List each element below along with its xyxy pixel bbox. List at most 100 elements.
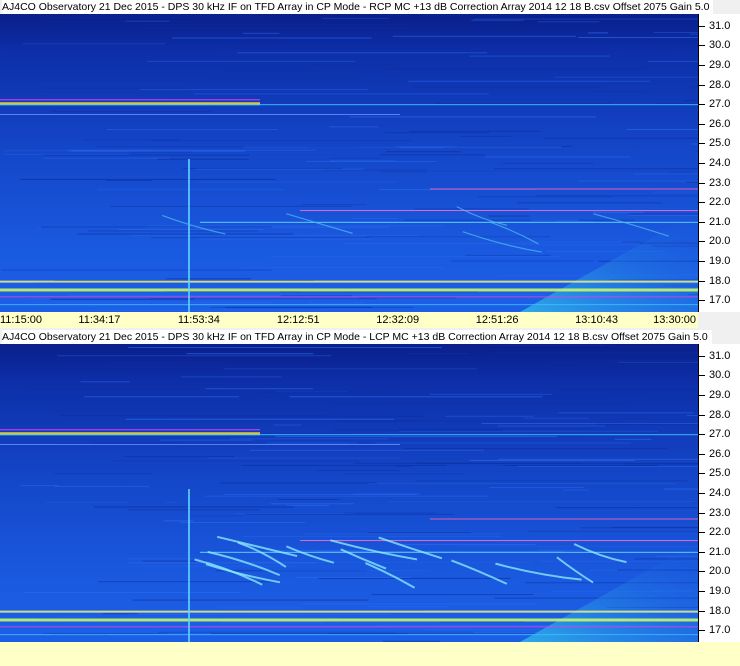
- noise-streak: [524, 418, 589, 419]
- y-tick: [699, 571, 705, 572]
- noise-streak: [558, 412, 693, 413]
- noise-streak: [98, 581, 273, 582]
- noise-streak: [489, 487, 583, 488]
- noise-streak: [555, 374, 684, 375]
- noise-streak: [396, 466, 518, 467]
- y-tick-label: 29.0: [709, 59, 730, 71]
- noise-streak: [593, 212, 644, 213]
- noise-streak: [133, 600, 369, 601]
- time-axis: 11:15:0011:34:1711:53:3412:12:5112:32:09…: [0, 312, 698, 328]
- y-tick-label: 27.0: [709, 98, 730, 110]
- noise-streak: [498, 459, 698, 460]
- noise-streak: [629, 215, 698, 216]
- noise-streak: [424, 629, 540, 630]
- noise-streak: [128, 509, 260, 510]
- y-tick-label: 28.0: [709, 79, 730, 91]
- y-tick: [699, 493, 705, 494]
- noise-streak: [310, 64, 394, 65]
- noise-streak: [84, 396, 239, 397]
- interference-line: [0, 626, 698, 627]
- noise-streak: [98, 189, 284, 190]
- noise-streak: [106, 367, 231, 368]
- noise-streak: [550, 362, 698, 363]
- noise-streak: [378, 15, 407, 16]
- noise-streak: [281, 295, 352, 296]
- noise-streak: [191, 515, 244, 516]
- noise-streak: [415, 208, 529, 209]
- noise-streak: [403, 448, 668, 449]
- interference-line: [0, 434, 698, 435]
- noise-streak: [611, 394, 698, 395]
- noise-streak: [655, 103, 698, 104]
- y-tick-label: 25.0: [709, 467, 730, 479]
- y-tick: [699, 630, 705, 631]
- noise-streak: [590, 91, 646, 92]
- y-tick-label: 26.0: [709, 118, 730, 130]
- noise-streak: [20, 179, 276, 180]
- noise-streak: [477, 196, 612, 197]
- y-tick: [699, 300, 705, 301]
- noise-streak: [140, 89, 369, 90]
- noise-streak: [354, 463, 580, 464]
- noise-streak: [543, 138, 698, 139]
- noise-streak: [128, 562, 317, 563]
- noise-streak: [129, 152, 192, 153]
- noise-streak: [41, 88, 185, 89]
- noise-streak: [429, 379, 698, 380]
- noise-streak: [596, 424, 698, 425]
- noise-streak: [365, 236, 549, 237]
- vertical-spike: [188, 159, 190, 312]
- noise-streak: [71, 151, 246, 152]
- noise-streak: [151, 140, 412, 141]
- y-tick: [699, 591, 705, 592]
- noise-streak: [91, 310, 327, 311]
- noise-streak: [196, 169, 364, 170]
- noise-streak: [84, 139, 181, 140]
- noise-streak: [243, 536, 500, 537]
- noise-streak: [343, 473, 465, 474]
- noise-streak: [683, 100, 698, 101]
- noise-streak: [614, 361, 698, 362]
- noise-streak: [23, 43, 165, 44]
- noise-streak: [278, 499, 341, 500]
- noise-streak: [220, 482, 377, 483]
- noise-streak: [59, 616, 92, 617]
- noise-streak: [199, 239, 308, 240]
- noise-streak: [273, 425, 301, 426]
- noise-streak: [81, 381, 130, 382]
- noise-streak: [303, 533, 501, 534]
- noise-streak: [664, 489, 698, 490]
- noise-streak: [538, 21, 600, 22]
- noise-streak: [270, 550, 372, 551]
- noise-streak: [221, 622, 439, 623]
- noise-streak: [626, 129, 698, 130]
- noise-streak: [307, 238, 371, 239]
- noise-streak: [94, 506, 294, 507]
- x-tick-label: 12:32:09: [376, 313, 419, 327]
- y-tick: [699, 143, 705, 144]
- noise-streak: [529, 531, 698, 532]
- noise-streak: [43, 17, 271, 18]
- noise-streak: [262, 570, 429, 571]
- y-tick-label: 30.0: [709, 39, 730, 51]
- noise-streak: [323, 170, 427, 171]
- noise-streak: [125, 456, 234, 457]
- noise-streak: [203, 420, 496, 421]
- interference-line: [0, 114, 400, 115]
- noise-streak: [160, 440, 253, 441]
- y-tick: [699, 222, 705, 223]
- y-tick: [699, 375, 705, 376]
- interference-line: [0, 281, 698, 283]
- noise-streak: [147, 61, 355, 62]
- y-tick-label: 17.0: [709, 624, 730, 636]
- y-tick-label: 17.0: [709, 294, 730, 306]
- noise-streak: [207, 458, 399, 459]
- y-tick: [699, 241, 705, 242]
- y-tick: [699, 26, 705, 27]
- noise-streak: [103, 613, 138, 614]
- noise-streak: [26, 384, 226, 385]
- noise-streak: [503, 465, 659, 466]
- noise-streak: [588, 32, 608, 33]
- noise-streak: [629, 213, 698, 214]
- x-tick-label: 11:34:17: [78, 313, 120, 327]
